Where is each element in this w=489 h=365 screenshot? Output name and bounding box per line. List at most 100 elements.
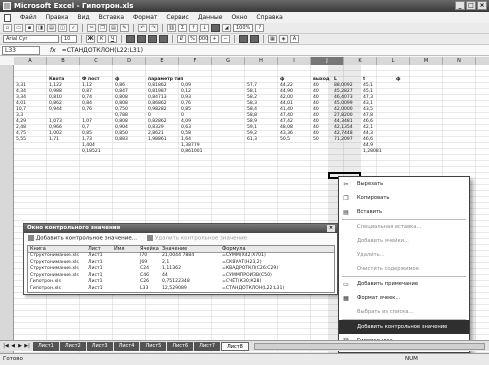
cell[interactable]: 0,861001 [181, 149, 202, 155]
column-header[interactable]: F [179, 57, 212, 65]
maximize-icon[interactable]: □ [466, 1, 476, 10]
sheet-tab[interactable]: Лист3 [86, 341, 113, 351]
minimize-icon[interactable]: _ [455, 1, 465, 10]
add-watch-button[interactable]: Добавить контрольное значение... [28, 235, 137, 242]
watch-window-title[interactable]: Окно контрольного значения × [24, 224, 337, 233]
cut-toolbar-icon[interactable]: ✂ [87, 24, 96, 32]
menu-window[interactable]: Окно [231, 14, 247, 21]
formula-input[interactable]: =СТАНДОТКЛОН(L22:L31) [62, 47, 143, 54]
sheet-tab[interactable]: Лист1 [33, 341, 59, 351]
font-color-icon[interactable]: A [290, 35, 299, 43]
menu-help[interactable]: Справка [256, 14, 282, 21]
menu-view[interactable]: Вид [77, 14, 89, 21]
prev-sheet-icon[interactable]: ◀ [10, 343, 16, 350]
print-preview-icon[interactable]: ◫ [58, 24, 67, 32]
drawing-icon[interactable]: ◢ [222, 24, 231, 32]
save-icon[interactable]: ▪ [25, 24, 34, 32]
context-menu-item[interactable]: Удалить... [339, 248, 469, 262]
context-menu-item[interactable]: Очистить содержимое [339, 262, 469, 276]
decrease-decimal-icon[interactable]: − [221, 35, 230, 43]
header-formula[interactable]: Формула [222, 246, 332, 252]
column-header[interactable]: I [278, 57, 311, 65]
sheet-tab[interactable]: Лист2 [59, 341, 86, 351]
menu-insert[interactable]: Вставка [99, 14, 124, 21]
column-header[interactable]: N [443, 57, 476, 65]
column-header[interactable]: C [80, 57, 113, 65]
column-header[interactable]: O [476, 57, 489, 65]
menu-edit[interactable]: Правка [46, 14, 69, 21]
align-center-icon[interactable] [137, 35, 146, 43]
watch-close-icon[interactable]: × [327, 225, 335, 232]
format-painter-icon[interactable]: ✎ [120, 24, 129, 32]
header-value[interactable]: Значение [162, 246, 222, 252]
context-menu-item[interactable]: Добавить ячейки... [339, 234, 469, 248]
font-size-combo[interactable]: 10 [61, 35, 77, 43]
paste-toolbar-icon[interactable]: ▤ [109, 24, 118, 32]
sort-asc-icon[interactable]: ↑ [189, 24, 198, 32]
undo-icon[interactable]: ↶ [138, 24, 147, 32]
merge-center-icon[interactable] [159, 35, 168, 43]
watch-row[interactable]: Гипотрон.xls Лист1 L33 12,529089 =СТАНДОТКЛО… [28, 286, 334, 293]
hyperlink-toolbar-icon[interactable]: ⛓ [167, 24, 176, 32]
context-menu-item[interactable]: Выбрать из списка... [339, 305, 469, 319]
context-menu-item[interactable]: ▤ Вставить [339, 205, 469, 219]
sheet-tab[interactable]: Лист6 [167, 341, 194, 351]
delete-watch-button[interactable]: Удалить контрольное значение [146, 235, 247, 242]
bold-icon[interactable]: Ж [86, 35, 95, 43]
sheet-tab[interactable]: Лист7 [194, 341, 221, 351]
header-sheet[interactable]: Лист [88, 246, 114, 252]
help-icon[interactable]: ? [255, 24, 265, 32]
context-menu-item[interactable]: Специальная вставка... [339, 220, 469, 234]
menu-data[interactable]: Данные [198, 14, 223, 21]
context-menu-item[interactable]: ✂ Вырезать [339, 177, 469, 191]
column-header[interactable]: H [245, 57, 278, 65]
context-menu-item[interactable]: Добавить контрольное значение [339, 320, 469, 334]
fx-icon[interactable]: fx [50, 47, 56, 54]
open-icon[interactable]: ▭ [14, 24, 23, 32]
increase-indent-icon[interactable] [250, 35, 259, 43]
column-header[interactable]: L [377, 57, 410, 65]
permission-icon[interactable]: ◨ [36, 24, 45, 32]
column-header[interactable]: G [212, 57, 245, 65]
menu-file[interactable]: Файл [20, 14, 37, 21]
first-sheet-icon[interactable]: |◀ [3, 343, 9, 350]
chart-wizard-icon[interactable] [211, 24, 220, 32]
column-header[interactable]: K [344, 57, 377, 65]
zoom-combo[interactable]: 100% [233, 24, 254, 32]
print-icon[interactable]: ▤ [47, 24, 56, 32]
decrease-indent-icon[interactable] [239, 35, 248, 43]
column-header[interactable]: B [47, 57, 80, 65]
menu-format[interactable]: Формат [133, 14, 157, 21]
align-left-icon[interactable] [126, 35, 135, 43]
borders-icon[interactable]: ▦ [268, 35, 277, 43]
header-cell[interactable]: Ячейка [140, 246, 162, 252]
cell[interactable]: 1,28081 [363, 149, 382, 155]
sheet-tab[interactable]: Лист8 [221, 341, 249, 351]
fill-color-icon[interactable]: ◈ [279, 35, 288, 43]
column-header[interactable]: D [113, 57, 146, 65]
autosum-icon[interactable]: Σ [178, 24, 187, 32]
next-sheet-icon[interactable]: ▶ [17, 343, 23, 350]
increase-decimal-icon[interactable]: + [210, 35, 219, 43]
sheet-tab[interactable]: Лист5 [140, 341, 167, 351]
font-combo[interactable]: Arial Cyr [3, 35, 59, 43]
context-menu-item[interactable]: ▦ Формат ячеек... [339, 291, 469, 305]
italic-icon[interactable]: К [97, 35, 106, 43]
column-header[interactable]: M [410, 57, 443, 65]
column-header[interactable]: J [311, 57, 344, 65]
percent-icon[interactable]: % [188, 35, 197, 43]
context-menu-item[interactable]: ▭ Добавить примечание [339, 277, 469, 291]
header-name[interactable]: Имя [114, 246, 140, 252]
currency-icon[interactable]: ₽ [177, 35, 186, 43]
underline-icon[interactable]: Ч [108, 35, 117, 43]
last-sheet-icon[interactable]: ▶| [24, 343, 30, 350]
new-icon[interactable]: ▫ [3, 24, 12, 32]
horizontal-scrollbar[interactable] [253, 342, 485, 350]
header-book[interactable]: Книга [28, 246, 88, 252]
spelling-icon[interactable]: ✓ [69, 24, 78, 32]
column-header[interactable]: E [146, 57, 179, 65]
thousands-icon[interactable]: 000 [199, 35, 208, 43]
redo-icon[interactable]: ↷ [149, 24, 158, 32]
copy-toolbar-icon[interactable]: ❐ [98, 24, 107, 32]
align-right-icon[interactable] [148, 35, 157, 43]
